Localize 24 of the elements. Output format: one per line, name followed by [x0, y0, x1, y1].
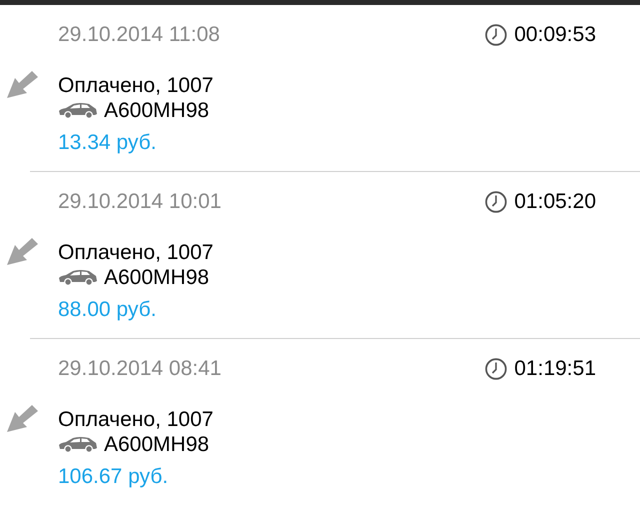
payment-date: 29.10.2014 11:08 [58, 23, 220, 47]
license-plate: A600MH98 [104, 265, 210, 290]
license-plate: A600MH98 [104, 98, 210, 123]
car-icon [58, 102, 98, 119]
parking-duration: 00:09:53 [514, 23, 596, 47]
payment-status: Оплачено, 1007 [58, 240, 214, 265]
car-icon [58, 436, 98, 453]
arrow-icon [7, 71, 38, 98]
parking-duration: 01:05:20 [514, 190, 596, 214]
parking-duration: 01:19:51 [514, 357, 596, 381]
arrow-icon [7, 238, 38, 265]
payment-amount: 88.00 руб. [58, 297, 158, 322]
payment-amount: 13.34 руб. [58, 130, 158, 155]
payment-status: Оплачено, 1007 [58, 407, 214, 432]
license-plate: A600MH98 [104, 432, 210, 457]
clock-icon [485, 24, 508, 46]
payment-date: 29.10.2014 10:01 [58, 190, 222, 214]
payment-amount: 106.67 руб. [58, 464, 170, 489]
car-icon [58, 269, 98, 286]
arrow-icon [7, 405, 38, 432]
payment-date: 29.10.2014 08:41 [58, 357, 222, 381]
payment-status: Оплачено, 1007 [58, 73, 214, 98]
clock-icon [485, 191, 508, 213]
clock-icon [485, 358, 508, 380]
